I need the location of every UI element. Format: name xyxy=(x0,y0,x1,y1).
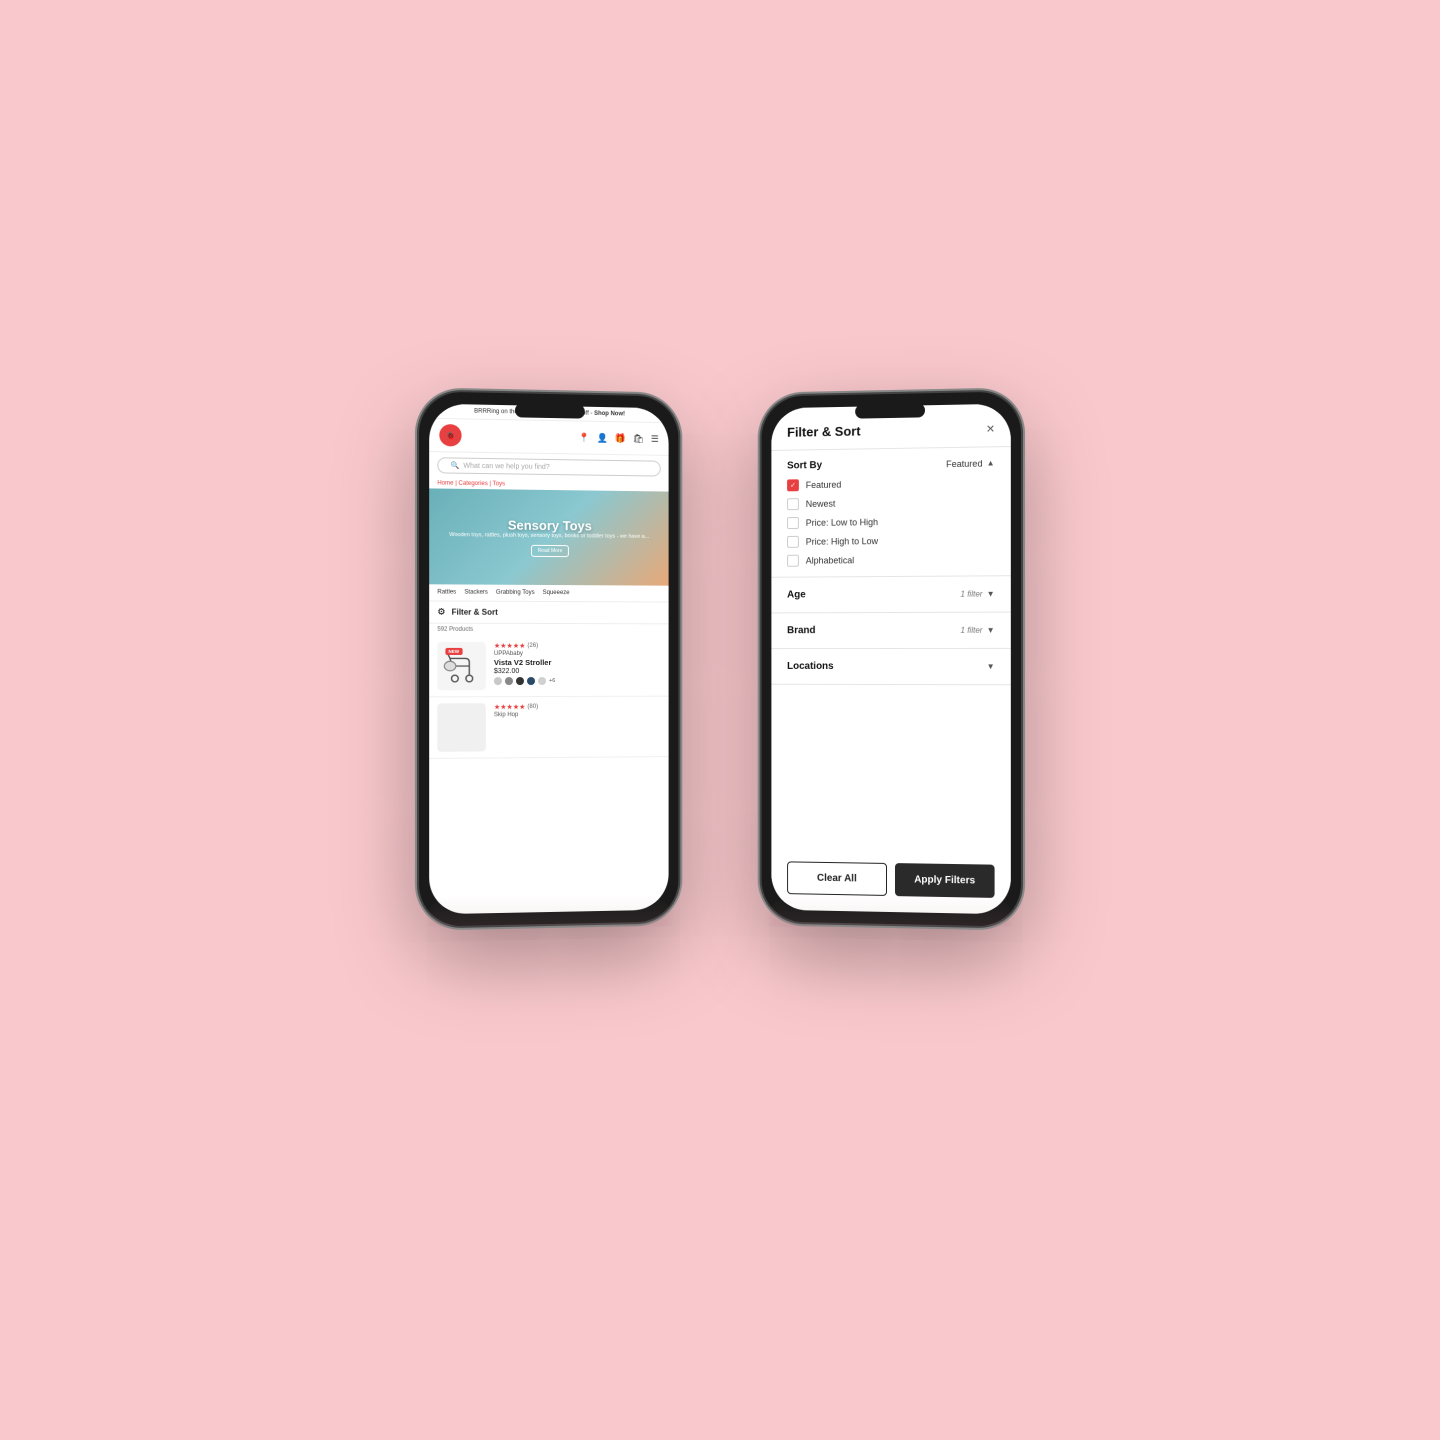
scene: BRRRing on the savings with up to 50% of… xyxy=(420,394,1020,1006)
left-phone: BRRRing on the savings with up to 50% of… xyxy=(419,391,678,926)
search-bar[interactable]: 🔍 What can we help you find? xyxy=(437,457,660,476)
product-item-2[interactable]: ★★★★★ (80) Skip Hop xyxy=(429,697,668,759)
checkbox-featured[interactable] xyxy=(787,479,799,491)
filter-modal-title: Filter & Sort xyxy=(787,423,860,439)
product-name-1: Vista V2 Stroller xyxy=(494,658,661,667)
sort-by-header: Sort By Featured ▲ xyxy=(787,457,995,471)
filter-sort-screen: Filter & Sort × Sort By Featured ▲ xyxy=(771,404,1010,915)
clear-all-button[interactable]: Clear All xyxy=(787,861,887,896)
review-count-1: (26) xyxy=(527,643,538,649)
product-info-1: ★★★★★ (26) UPPAbaby Vista V2 Stroller $3… xyxy=(494,642,661,690)
right-phone-screen: Filter & Sort × Sort By Featured ▲ xyxy=(771,404,1010,915)
category-tabs: Rattles Stackers Grabbing Toys Squeeeze xyxy=(429,584,668,602)
phone-notch-left xyxy=(515,403,585,418)
products-count: 592 Products xyxy=(429,624,668,637)
cat-stackers[interactable]: Stackers xyxy=(464,590,488,596)
right-phone: Filter & Sort × Sort By Featured ▲ xyxy=(762,391,1021,926)
sort-chevron-up: ▲ xyxy=(987,458,995,467)
bag-icon[interactable]: 🛍 xyxy=(633,433,644,444)
age-filter-right: 1 filter ▼ xyxy=(960,589,994,598)
filter-icon: ⚙ xyxy=(437,607,445,618)
right-phone-wrap: Filter & Sort × Sort By Featured ▲ xyxy=(760,394,1020,1006)
cat-grabbing[interactable]: Grabbing Toys xyxy=(496,590,535,596)
age-filter-row[interactable]: Age 1 filter ▼ xyxy=(771,576,1010,613)
brand-filter-right: 1 filter ▼ xyxy=(960,626,994,635)
left-phone-reflection xyxy=(430,894,670,926)
product-stars-1: ★★★★★ xyxy=(494,642,526,650)
cat-rattles[interactable]: Rattles xyxy=(437,589,456,595)
swatch-more: +6 xyxy=(549,678,555,684)
filter-sort-bar[interactable]: ⚙ Filter & Sort xyxy=(429,601,668,624)
locations-filter-right: ▼ xyxy=(987,662,995,671)
nav-bar: 🐞 📍 👤 🎁 🛍 ☰ xyxy=(429,419,668,456)
product-image-2 xyxy=(437,703,486,752)
brand-chevron: ▼ xyxy=(987,626,995,635)
swatch-5[interactable] xyxy=(538,677,546,685)
locations-filter-row[interactable]: Locations ▼ xyxy=(771,649,1010,685)
swatch-4[interactable] xyxy=(527,677,535,685)
sort-option-newest[interactable]: Newest xyxy=(787,496,995,511)
hero-title: Sensory Toys xyxy=(508,518,592,534)
checkbox-price-high[interactable] xyxy=(787,536,799,548)
product-stars-2: ★★★★★ xyxy=(494,703,526,711)
checkbox-alpha[interactable] xyxy=(787,555,799,567)
sort-newest-label: Newest xyxy=(806,499,836,509)
age-filter-count: 1 filter xyxy=(960,590,982,599)
filter-label: Filter & Sort xyxy=(452,608,498,617)
left-phone-screen: BRRRing on the savings with up to 50% of… xyxy=(429,404,668,915)
sort-options-list: Featured Newest Price: Low to High xyxy=(787,477,995,567)
locations-chevron: ▼ xyxy=(987,662,995,671)
site-logo[interactable]: 🐞 xyxy=(439,424,461,447)
search-placeholder: What can we help you find? xyxy=(463,462,549,470)
spacer xyxy=(771,685,1010,849)
swatch-3[interactable] xyxy=(516,677,524,685)
hero-cta-button[interactable]: Read More xyxy=(531,544,570,556)
product-brand-1: UPPAbaby xyxy=(494,651,661,657)
checkbox-price-low[interactable] xyxy=(787,517,799,529)
left-phone-wrap: BRRRing on the savings with up to 50% of… xyxy=(420,394,680,1006)
gift-icon[interactable]: 🎁 xyxy=(615,433,626,444)
sort-by-section: Sort By Featured ▲ Featured xyxy=(771,447,1010,578)
hero-description: Wooden toys, rattles, plush toys, sensor… xyxy=(434,532,664,541)
close-button[interactable]: × xyxy=(986,420,994,436)
locations-filter-label: Locations xyxy=(787,661,834,672)
sort-option-featured[interactable]: Featured xyxy=(787,477,995,492)
age-chevron: ▼ xyxy=(987,589,995,598)
brand-filter-count: 1 filter xyxy=(960,626,982,635)
brand-filter-label: Brand xyxy=(787,625,815,636)
hero-banner: Sensory Toys Wooden toys, rattles, plush… xyxy=(429,488,668,585)
product-brand-2: Skip Hop xyxy=(494,712,661,719)
nav-icons: 📍 👤 🎁 🛍 ☰ xyxy=(579,432,659,444)
menu-icon[interactable]: ☰ xyxy=(651,433,659,444)
new-badge: NEW xyxy=(445,648,462,655)
swatch-2[interactable] xyxy=(505,677,513,685)
product-item-1[interactable]: NEW xyxy=(429,636,668,698)
cat-squeeze[interactable]: Squeeeze xyxy=(543,590,570,596)
sort-option-alpha[interactable]: Alphabetical xyxy=(787,553,995,567)
sort-option-price-high[interactable]: Price: High to Low xyxy=(787,534,995,548)
sort-by-label: Sort By xyxy=(787,460,822,471)
phone-notch-right xyxy=(855,403,925,418)
sort-featured-label: Featured xyxy=(806,480,842,490)
right-phone-reflection xyxy=(770,894,1010,926)
color-swatches-1: +6 xyxy=(494,677,661,685)
sort-price-high-label: Price: High to Low xyxy=(806,536,878,547)
apply-filters-button[interactable]: Apply Filters xyxy=(895,863,995,898)
sort-alpha-label: Alphabetical xyxy=(806,555,854,565)
location-icon[interactable]: 📍 xyxy=(579,432,590,443)
swatch-1[interactable] xyxy=(494,677,502,685)
product-info-2: ★★★★★ (80) Skip Hop xyxy=(494,703,661,752)
sort-option-price-low[interactable]: Price: Low to High xyxy=(787,515,995,529)
search-icon: 🔍 xyxy=(450,461,459,469)
account-icon[interactable]: 👤 xyxy=(597,432,608,443)
review-count-2: (80) xyxy=(527,704,538,710)
sort-by-value[interactable]: Featured ▲ xyxy=(946,458,994,469)
product-price-1: $322.00 xyxy=(494,668,661,675)
checkbox-newest[interactable] xyxy=(787,498,799,510)
brand-filter-row[interactable]: Brand 1 filter ▼ xyxy=(771,613,1010,650)
sort-price-low-label: Price: Low to High xyxy=(806,517,878,528)
banner-link[interactable]: Shop Now! xyxy=(594,411,625,418)
age-filter-label: Age xyxy=(787,589,806,600)
left-screen-content: BRRRing on the savings with up to 50% of… xyxy=(429,404,668,915)
